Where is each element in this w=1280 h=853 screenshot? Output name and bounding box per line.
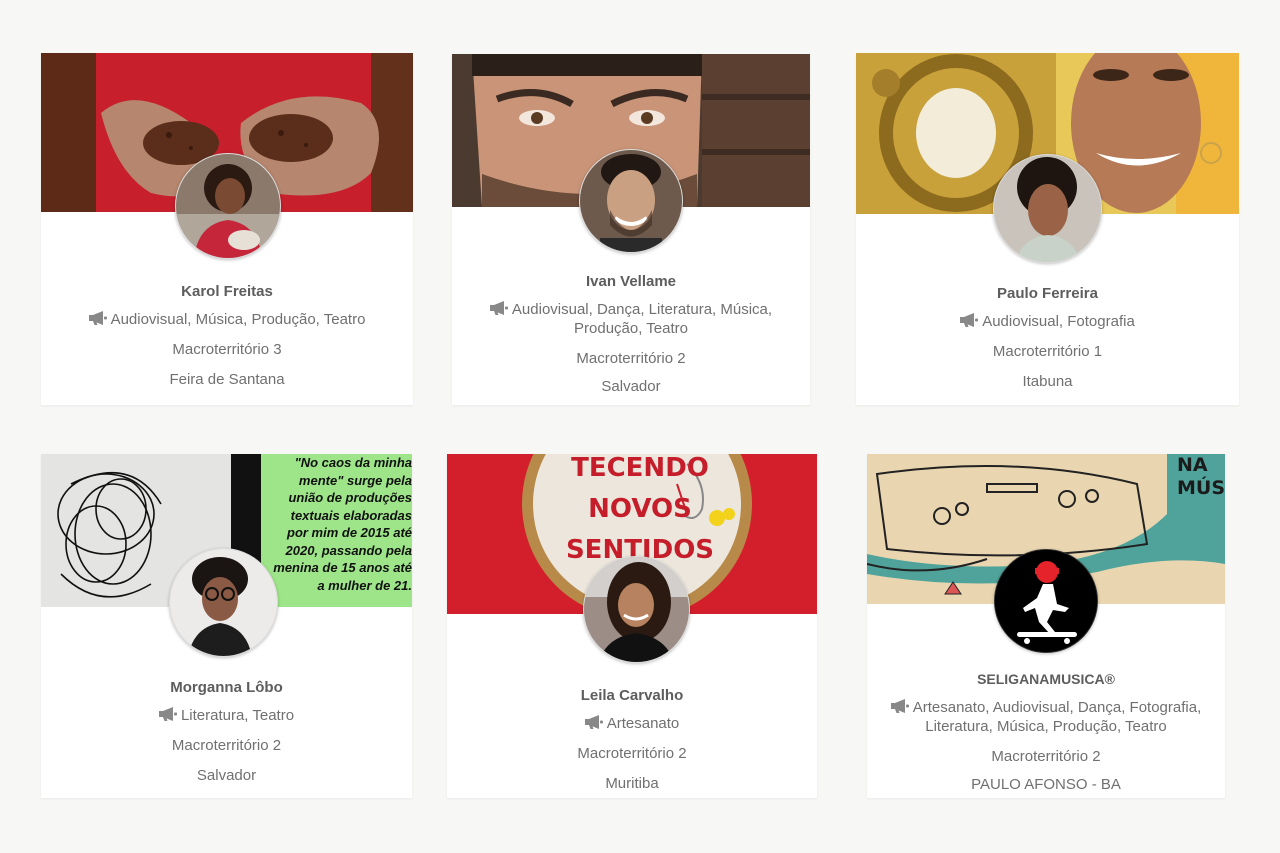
profile-areas: Audiovisual, Música, Produção, Teatro — [41, 310, 413, 329]
profile-macroterritory: Macroterritório 2 — [577, 745, 687, 762]
areas-text: Audiovisual, Dança, Literatura, Música, … — [511, 301, 773, 337]
profile-info: Karol Freitas Audiovisual, Música, Produ… — [41, 282, 413, 400]
megaphone-icon — [159, 707, 177, 721]
avatar-logo — [994, 549, 1098, 653]
profile-macroterritory: Macroterritório 2 — [576, 350, 686, 367]
megaphone-icon — [490, 301, 508, 315]
avatar — [993, 154, 1102, 263]
poem-text: "No caos da minha mente" surge pela uniã… — [273, 455, 412, 593]
areas-text: Audiovisual, Música, Produção, Teatro — [110, 311, 366, 328]
profile-areas: Literatura, Teatro — [41, 706, 412, 725]
profile-areas: Artesanato, Audiovisual, Dança, Fotograf… — [867, 698, 1225, 736]
banner-headline: NA MÚSICA — [1177, 454, 1225, 499]
profile-info: SELIGANAMUSICA® Artesanato, Audiovisual,… — [867, 670, 1225, 805]
profile-info: Morganna Lôbo Literatura, Teatro Macrote… — [41, 678, 412, 796]
avatar — [169, 548, 278, 657]
profile-city: Salvador — [196, 767, 257, 784]
avatar — [579, 149, 683, 253]
profile-card[interactable]: "No caos da minha mente" surge pela uniã… — [41, 454, 412, 798]
profile-macroterritory: Macroterritório 3 — [172, 341, 282, 358]
megaphone-icon — [891, 699, 909, 713]
profile-city: PAULO AFONSO - BA — [971, 776, 1121, 793]
profile-info: Paulo Ferreira Audiovisual, Fotografia M… — [856, 284, 1239, 402]
profile-city: Muritiba — [605, 775, 659, 792]
profile-card[interactable]: Paulo Ferreira Audiovisual, Fotografia M… — [856, 53, 1239, 405]
profile-info: Ivan Vellame Audiovisual, Dança, Literat… — [452, 272, 810, 407]
profile-city: Itabuna — [1022, 373, 1073, 390]
megaphone-icon — [960, 313, 978, 327]
areas-text: Audiovisual, Fotografia — [982, 313, 1135, 330]
profile-card[interactable]: NA MÚSICA SELIGANAMUSICA® Artesanato, Au… — [867, 454, 1225, 798]
profile-city: Feira de Santana — [169, 371, 285, 388]
profile-info: Leila Carvalho Artesanato Macroterritóri… — [447, 686, 817, 804]
profile-macroterritory: Macroterritório 1 — [992, 343, 1103, 360]
profile-name[interactable]: SELIGANAMUSICA® — [867, 670, 1225, 689]
profile-card[interactable]: TECENDO NOVOS SENTIDOS Leila Carvalho Ar… — [447, 454, 817, 798]
profile-city: Salvador — [601, 378, 661, 395]
profile-name[interactable]: Morganna Lôbo — [41, 678, 412, 697]
avatar — [175, 153, 281, 259]
profile-card[interactable]: Karol Freitas Audiovisual, Música, Produ… — [41, 53, 413, 405]
profile-card[interactable]: Ivan Vellame Audiovisual, Dança, Literat… — [452, 54, 810, 405]
profile-areas: Audiovisual, Dança, Literatura, Música, … — [452, 300, 810, 338]
megaphone-icon — [89, 311, 107, 325]
areas-text: Artesanato, Audiovisual, Dança, Fotograf… — [912, 699, 1202, 735]
profile-areas: Artesanato — [447, 714, 817, 733]
profile-macroterritory: Macroterritório 2 — [171, 737, 282, 754]
profile-name[interactable]: Leila Carvalho — [447, 686, 817, 705]
profile-name[interactable]: Paulo Ferreira — [856, 284, 1239, 303]
profile-name[interactable]: Karol Freitas — [41, 282, 413, 301]
profile-macroterritory: Macroterritório 2 — [991, 748, 1101, 765]
megaphone-icon — [585, 715, 603, 729]
avatar — [583, 556, 690, 663]
profile-areas: Audiovisual, Fotografia — [856, 312, 1239, 331]
embroidery-text: TECENDO NOVOS SENTIDOS — [565, 454, 715, 565]
areas-text: Artesanato — [606, 715, 680, 732]
areas-text: Literatura, Teatro — [180, 707, 295, 724]
profile-name[interactable]: Ivan Vellame — [452, 272, 810, 291]
